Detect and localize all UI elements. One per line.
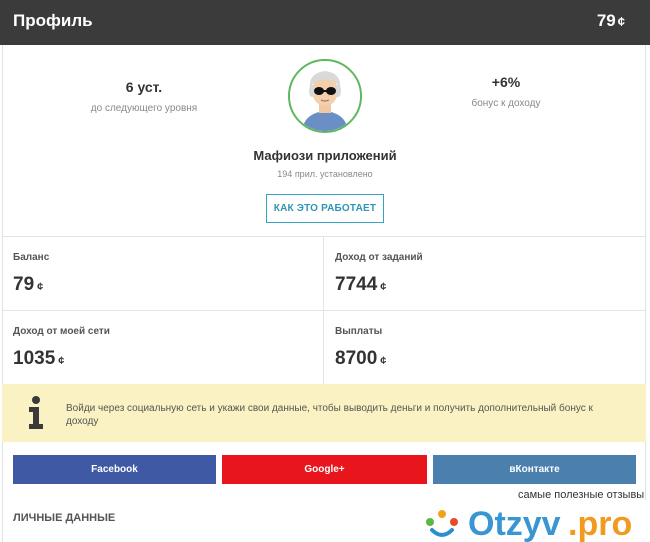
installs-count: 194 прил. установлено bbox=[277, 169, 373, 179]
currency-sign: ¢ bbox=[380, 355, 387, 367]
stat-card-balance: Баланс 79 ¢ bbox=[2, 237, 324, 311]
google-login-button[interactable]: Google+ bbox=[222, 455, 427, 484]
header-balance: 79 ¢ bbox=[597, 11, 625, 31]
stat-label: Выплаты bbox=[335, 326, 383, 337]
stat-value: 8700 ¢ bbox=[335, 348, 386, 370]
header-balance-value: 79 bbox=[596, 11, 616, 30]
how-it-works-button[interactable]: КАК ЭТО РАБОТАЕТ bbox=[266, 194, 384, 223]
facebook-login-button[interactable]: Facebook bbox=[13, 455, 216, 484]
profile-rank-name: Мафиози приложений bbox=[253, 148, 397, 163]
stat-number: 79 bbox=[13, 274, 35, 295]
stat-value: 7744 ¢ bbox=[335, 274, 386, 296]
personal-data-heading: ЛИЧНЫЕ ДАННЫЕ bbox=[13, 512, 116, 524]
stat-number: 1035 bbox=[13, 348, 56, 369]
top-bar: Профиль 79 ¢ bbox=[0, 0, 650, 45]
stat-value: 1035 ¢ bbox=[13, 348, 64, 370]
bonus-stat: +6% бонус к доходу bbox=[416, 74, 596, 109]
stats-grid: Баланс 79 ¢ Доход от заданий 7744 ¢ Доход … bbox=[2, 236, 646, 385]
stat-label: Доход от заданий bbox=[335, 252, 423, 263]
currency-sign: ¢ bbox=[37, 281, 44, 293]
stat-card-payouts: Выплаты 8700 ¢ bbox=[324, 311, 646, 385]
currency-sign: ¢ bbox=[380, 281, 387, 293]
level-stat-label: до следующего уровня bbox=[90, 103, 198, 114]
otzyv-logo-icon: Otzyv .pro bbox=[426, 505, 632, 542]
bonus-stat-value: +6% bbox=[491, 74, 521, 90]
bonus-stat-label: бонус к доходу bbox=[471, 98, 541, 109]
watermark-logo: Otzyv .pro bbox=[420, 500, 646, 542]
info-icon bbox=[29, 396, 43, 429]
level-stat-value: 6 уст. bbox=[125, 79, 163, 95]
info-banner: Войди через социальную сеть и укажи свои… bbox=[2, 384, 646, 442]
stat-number: 7744 bbox=[335, 274, 378, 295]
svg-text:.pro: .pro bbox=[568, 505, 632, 542]
avatar-icon bbox=[290, 61, 360, 131]
currency-sign: ¢ bbox=[58, 355, 65, 367]
avatar bbox=[288, 59, 362, 133]
level-stat: 6 уст. до следующего уровня bbox=[54, 79, 234, 114]
page-title: Профиль bbox=[13, 11, 93, 30]
stat-card-network-income: Доход от моей сети 1035 ¢ bbox=[2, 311, 324, 385]
header-currency: ¢ bbox=[617, 14, 625, 29]
stat-label: Баланс bbox=[13, 252, 50, 263]
stat-label: Доход от моей сети bbox=[13, 326, 110, 337]
stat-value: 79 ¢ bbox=[13, 274, 43, 296]
stat-number: 8700 bbox=[335, 348, 378, 369]
info-banner-text: Войди через социальную сеть и укажи свои… bbox=[66, 403, 593, 427]
stat-card-task-income: Доход от заданий 7744 ¢ bbox=[324, 237, 646, 311]
svg-text:Otzyv: Otzyv bbox=[468, 505, 561, 542]
vk-login-button[interactable]: вКонтакте bbox=[433, 455, 636, 484]
